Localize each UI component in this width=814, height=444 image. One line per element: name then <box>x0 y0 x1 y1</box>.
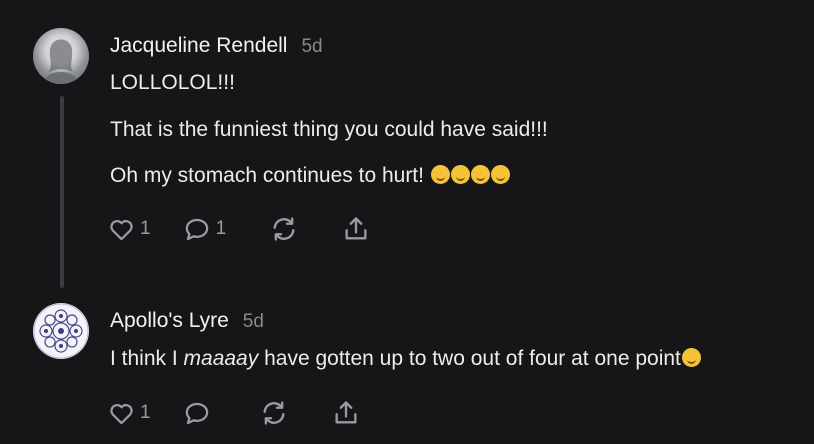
thread-line <box>60 96 64 288</box>
comment-line: LOLLOLOL!!! <box>110 71 235 94</box>
share-icon <box>335 401 357 424</box>
share-button[interactable] <box>342 215 370 243</box>
like-button[interactable]: 1 <box>108 216 151 243</box>
reply-button[interactable] <box>183 400 211 427</box>
reply-button[interactable]: 1 <box>183 216 227 243</box>
rolling-laughing-emoji <box>490 165 510 184</box>
like-count: 1 <box>140 218 151 239</box>
author-name[interactable]: Apollo's Lyre <box>110 309 229 333</box>
timestamp[interactable]: 5d <box>243 311 264 333</box>
restack-button[interactable] <box>260 399 288 427</box>
comment-line-with-emoji: Oh my stomach continues to hurt! <box>110 164 510 188</box>
rolling-laughing-emoji <box>450 165 470 184</box>
heart-icon <box>110 403 133 424</box>
share-button[interactable] <box>332 399 360 427</box>
restack-icon <box>273 217 295 241</box>
comment-text: I think I <box>110 347 184 370</box>
timestamp[interactable]: 5d <box>301 36 322 58</box>
comment-actions: 1 1 <box>108 215 370 243</box>
reply-count: 1 <box>215 218 227 239</box>
like-count: 1 <box>140 402 151 423</box>
heart-icon <box>110 219 133 240</box>
avatar[interactable] <box>33 28 89 84</box>
rolling-laughing-emoji <box>470 165 490 184</box>
comment-bubble-icon <box>185 218 208 240</box>
rolling-laughing-emoji <box>430 165 450 184</box>
comment-text-emphasis: maaaay <box>183 347 259 370</box>
comment-line-with-emoji: I think I maaaay have gotten up to two o… <box>110 347 701 371</box>
share-icon <box>345 217 367 240</box>
comment-line: That is the funniest thing you could hav… <box>110 118 548 141</box>
comment-bubble-icon <box>185 402 208 424</box>
comment-actions: 1 <box>108 399 360 427</box>
restack-button[interactable] <box>270 215 298 243</box>
like-button[interactable]: 1 <box>108 400 151 427</box>
author-name[interactable]: Jacqueline Rendell <box>110 34 287 58</box>
comment-text: have gotten up to two out of four at one… <box>258 347 681 370</box>
avatar[interactable] <box>33 303 89 359</box>
comment-line: Oh my stomach continues to hurt! <box>110 164 424 187</box>
restack-icon <box>263 401 285 425</box>
thinking-face-emoji <box>681 348 701 367</box>
